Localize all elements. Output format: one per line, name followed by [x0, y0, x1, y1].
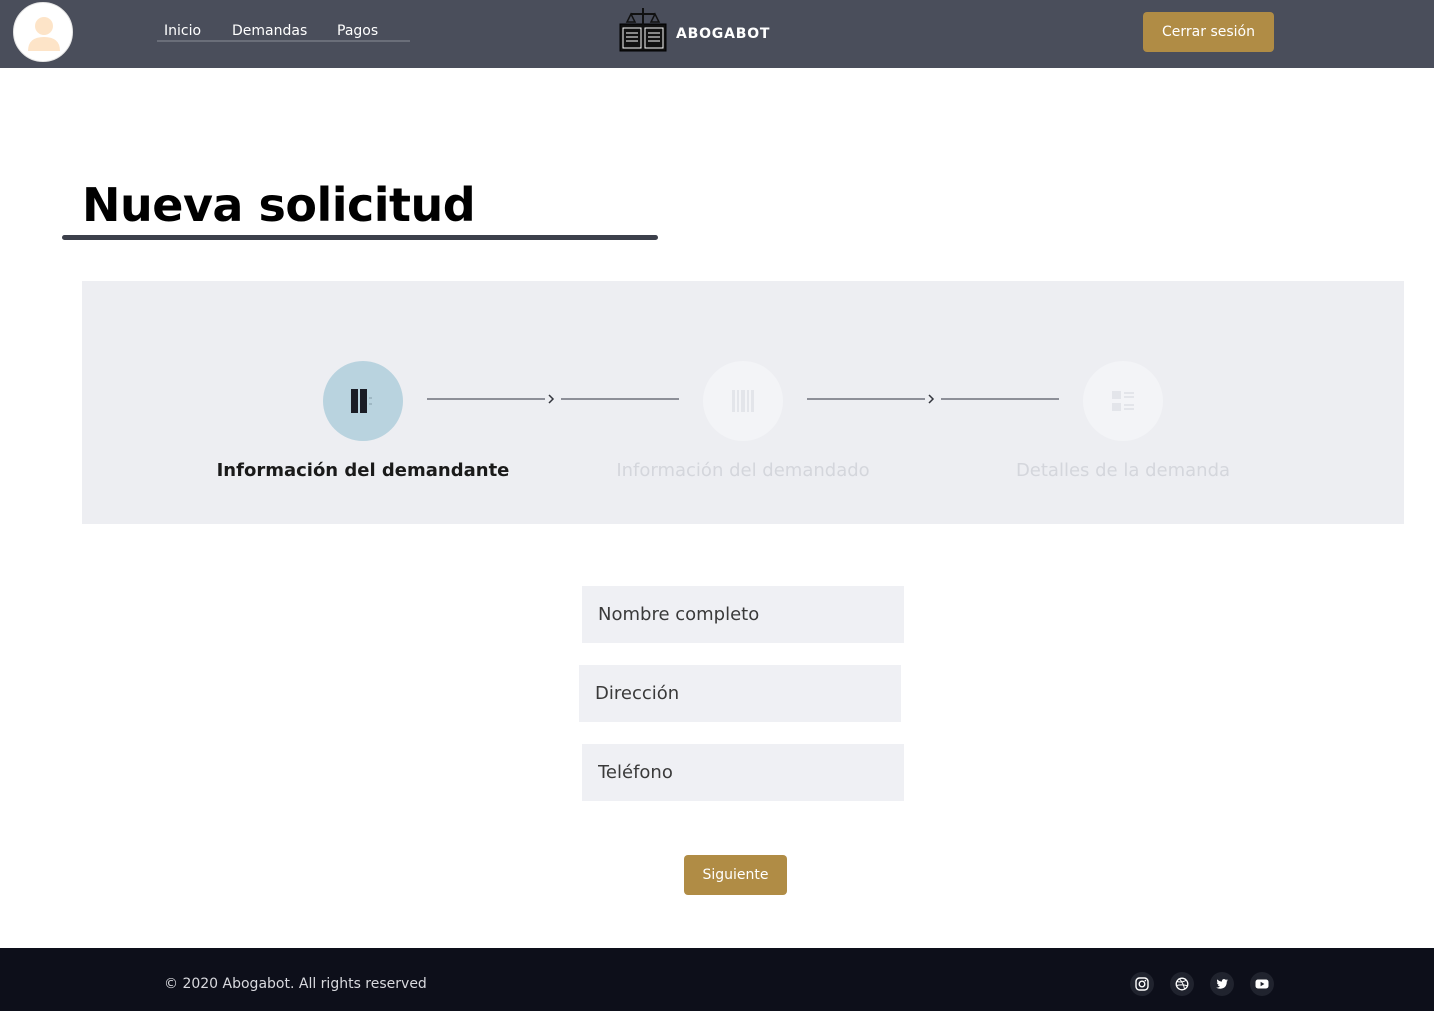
footer: © 2020 Abogabot. All rights reserved: [0, 948, 1434, 1011]
step-connector: [807, 394, 1059, 404]
barcode-icon: [732, 390, 754, 412]
step-connector: [427, 394, 679, 404]
step-3-label: Detalles de la demanda: [1015, 460, 1231, 481]
nav-demandas[interactable]: Demandas: [232, 23, 307, 39]
stepper-panel: Información del demandante Información d…: [82, 281, 1404, 524]
columns-icon: [351, 389, 372, 413]
step-2-label: Información del demandado: [616, 460, 870, 481]
logout-button[interactable]: Cerrar sesión: [1143, 12, 1274, 52]
dribbble-icon[interactable]: [1170, 972, 1194, 996]
address-field[interactable]: [579, 665, 901, 722]
youtube-icon[interactable]: [1250, 972, 1274, 996]
law-book-icon: [619, 8, 667, 52]
user-icon: [28, 17, 60, 51]
page-title: Nueva solicitud: [82, 178, 476, 232]
phone-field[interactable]: [582, 744, 904, 801]
nav-inicio[interactable]: Inicio: [164, 23, 201, 39]
step-2-circle[interactable]: [703, 361, 783, 441]
nav-pagos[interactable]: Pagos: [337, 23, 378, 39]
full-name-field[interactable]: [582, 586, 904, 643]
twitter-icon[interactable]: [1210, 972, 1234, 996]
main-nav: Inicio Demandas Pagos: [157, 20, 410, 42]
step-1-circle[interactable]: [323, 361, 403, 441]
instagram-icon[interactable]: [1130, 972, 1154, 996]
step-3-circle[interactable]: [1083, 361, 1163, 441]
next-button[interactable]: Siguiente: [684, 855, 787, 895]
top-navbar: Inicio Demandas Pagos ABOGABOT Cerrar se…: [0, 0, 1434, 68]
user-avatar[interactable]: [13, 2, 73, 62]
copyright-text: © 2020 Abogabot. All rights reserved: [164, 976, 427, 992]
step-1-label: Información del demandante: [216, 460, 510, 481]
list-icon: [1112, 391, 1134, 411]
brand-name: ABOGABOT: [676, 26, 771, 42]
title-underline: [62, 235, 658, 240]
